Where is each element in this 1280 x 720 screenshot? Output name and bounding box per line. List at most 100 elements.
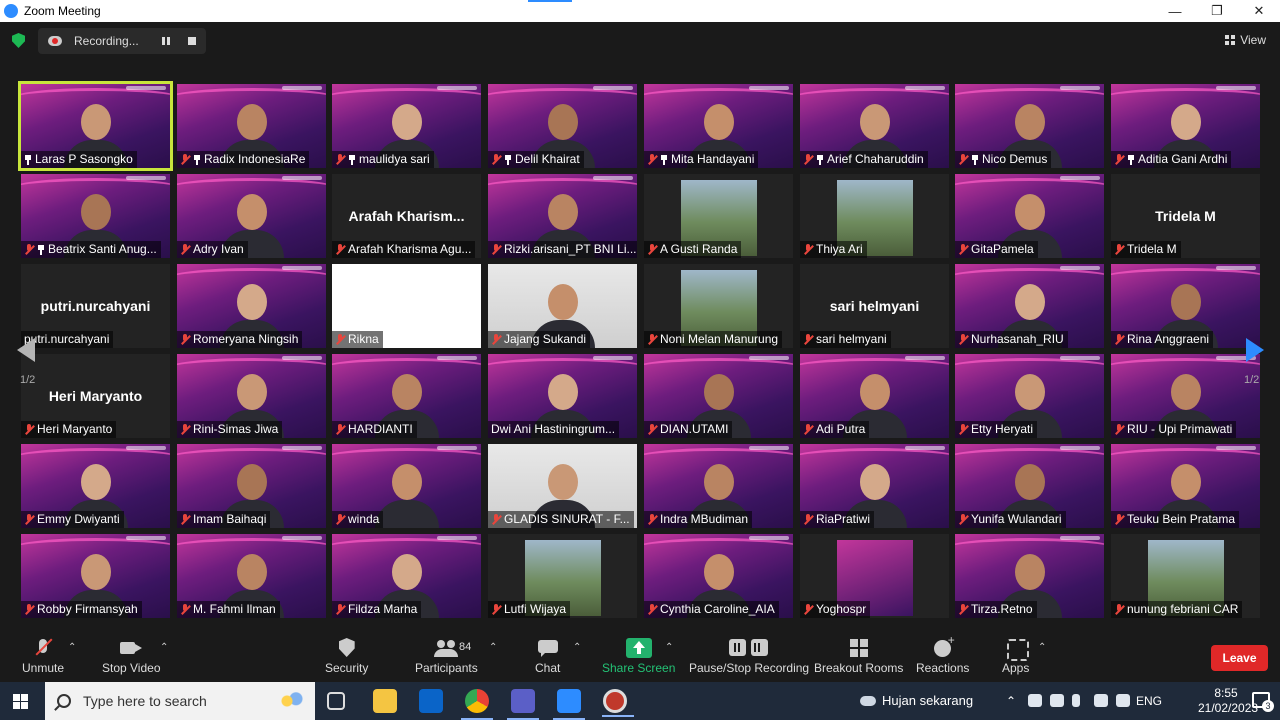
pause-recording-icon[interactable] [162, 37, 170, 45]
participant-tile[interactable]: Nurhasanah_RIU [955, 264, 1104, 348]
microphone-icon[interactable] [1072, 694, 1080, 707]
stop-video-button[interactable]: Stop Video [102, 638, 161, 675]
participant-tile[interactable]: Nico Demus [955, 84, 1104, 168]
participant-tile[interactable]: Radix IndonesiaRe [177, 84, 326, 168]
participant-tile[interactable]: Rizki.arisani_PT BNI Li... [488, 174, 637, 258]
previous-page-arrow-icon[interactable] [17, 338, 37, 362]
participant-name-label: Beatrix Santi Anug... [21, 241, 161, 258]
share-screen-label: Share Screen [602, 661, 676, 675]
participant-tile[interactable]: RIU - Upi Primawati [1111, 354, 1260, 438]
participant-tile[interactable]: Beatrix Santi Anug... [21, 174, 170, 258]
close-button[interactable]: ✕ [1238, 0, 1280, 22]
participant-tile[interactable]: Adry Ivan [177, 174, 326, 258]
security-button[interactable]: Security [325, 638, 368, 675]
participant-tile[interactable]: HARDIANTI [332, 354, 481, 438]
minimize-button[interactable]: — [1154, 0, 1196, 22]
participant-tile[interactable]: Thiya Ari [800, 174, 949, 258]
participant-tile[interactable]: Fildza Marha [332, 534, 481, 618]
outlook-icon[interactable] [419, 689, 443, 713]
participant-tile[interactable]: Mita Handayani [644, 84, 793, 168]
clock[interactable]: 8:55 21/02/2023 [1198, 686, 1258, 716]
participant-tile[interactable]: Aditia Gani Ardhi [1111, 84, 1260, 168]
chat-button[interactable]: Chat [535, 638, 560, 675]
pause-stop-recording-button[interactable]: Pause/Stop Recording [689, 638, 809, 675]
muted-mic-icon [803, 514, 813, 525]
chrome-icon[interactable] [461, 689, 493, 720]
participant-tile[interactable]: Yoghospr [800, 534, 949, 618]
participant-tile[interactable]: Robby Firmansyah [21, 534, 170, 618]
participant-tile[interactable]: maulidya sari [332, 84, 481, 168]
participant-tile[interactable]: Tridela M Tridela M [1111, 174, 1260, 258]
teams-icon[interactable] [507, 689, 539, 720]
share-options-chevron-icon[interactable]: ⌃ [665, 642, 673, 653]
participant-tile[interactable]: A Gusti Randa [644, 174, 793, 258]
participant-tile[interactable]: RiaPratiwi [800, 444, 949, 528]
participant-tile[interactable]: Emmy Dwiyanti [21, 444, 170, 528]
video-options-chevron-icon[interactable]: ⌃ [160, 642, 168, 653]
participant-tile[interactable]: GitaPamela [955, 174, 1104, 258]
participant-tile[interactable]: Rini-Simas Jiwa [177, 354, 326, 438]
windows-start-icon[interactable] [13, 694, 28, 709]
participant-tile[interactable]: Rina Anggraeni [1111, 264, 1260, 348]
weather-widget[interactable]: Hujan sekarang [860, 693, 973, 708]
next-page-arrow-icon[interactable] [1246, 338, 1266, 362]
recorder-icon[interactable] [602, 689, 634, 717]
battery-icon[interactable] [1094, 694, 1108, 707]
participant-tile[interactable]: Dwi Ani Hastiningrum... [488, 354, 637, 438]
participant-tile[interactable]: Etty Heryati [955, 354, 1104, 438]
cloud-icon[interactable] [1050, 694, 1064, 707]
participant-tile[interactable]: M. Fahmi Ilman [177, 534, 326, 618]
participant-tile[interactable]: Jajang Sukandi [488, 264, 637, 348]
participant-tile[interactable]: Arafah Kharism... Arafah Kharisma Agu... [332, 174, 481, 258]
participant-tile[interactable]: Adi Putra [800, 354, 949, 438]
participant-tile[interactable]: Romeryana Ningsih [177, 264, 326, 348]
participant-tile[interactable]: Delil Khairat [488, 84, 637, 168]
file-explorer-icon[interactable] [373, 689, 397, 713]
participant-tile[interactable]: DIAN.UTAMI [644, 354, 793, 438]
participant-tile[interactable]: nunung febriani CAR [1111, 534, 1260, 618]
view-button[interactable]: View [1225, 33, 1266, 47]
reactions-button[interactable]: Reactions [916, 633, 969, 675]
stop-recording-icon[interactable] [188, 37, 196, 45]
participant-tile[interactable]: Yunifa Wulandari [955, 444, 1104, 528]
apps-options-chevron-icon[interactable]: ⌃ [1038, 642, 1046, 653]
audio-options-chevron-icon[interactable]: ⌃ [68, 642, 76, 653]
participant-tile[interactable]: Lutfi Wijaya [488, 534, 637, 618]
muted-mic-icon [180, 334, 190, 345]
zoom-taskbar-icon[interactable] [553, 689, 585, 720]
onedrive-icon[interactable] [1028, 694, 1042, 707]
participant-tile[interactable]: GLADIS SINURAT - F... [488, 444, 637, 528]
participant-tile[interactable]: Imam Baihaqi [177, 444, 326, 528]
task-view-icon[interactable] [327, 692, 345, 710]
volume-icon[interactable] [1116, 694, 1130, 707]
leave-button[interactable]: Leave [1211, 645, 1268, 671]
unmute-button[interactable]: Unmute [22, 638, 64, 675]
chat-options-chevron-icon[interactable]: ⌃ [573, 642, 581, 653]
participant-tile[interactable]: Arief Chaharuddin [800, 84, 949, 168]
participant-display-name: Heri Maryanto [48, 388, 143, 404]
pin-icon [971, 154, 979, 165]
participant-tile[interactable]: Cynthia Caroline_AIA [644, 534, 793, 618]
participant-name: Radix IndonesiaRe [204, 152, 306, 166]
show-hidden-icons-chevron-icon[interactable]: ⌃ [1006, 694, 1020, 708]
participant-tile[interactable]: Noni Melan Manurung [644, 264, 793, 348]
participant-tile[interactable]: putri.nurcahyani putri.nurcahyani [21, 264, 170, 348]
breakout-rooms-button[interactable]: Breakout Rooms [814, 638, 903, 675]
taskbar-search-box[interactable]: Type here to search [45, 682, 315, 720]
participant-tile[interactable]: sari helmyani sari helmyani [800, 264, 949, 348]
apps-button[interactable]: Apps [1002, 638, 1029, 675]
participant-tile[interactable]: Teuku Bein Pratama [1111, 444, 1260, 528]
participant-tile[interactable]: Tirza.Retno [955, 534, 1104, 618]
notification-center-icon[interactable]: 3 [1252, 692, 1274, 712]
participant-name-label: Yoghospr [800, 601, 871, 618]
participants-options-chevron-icon[interactable]: ⌃ [489, 642, 497, 653]
participant-name: M. Fahmi Ilman [193, 602, 276, 616]
participant-tile[interactable]: winda [332, 444, 481, 528]
participant-tile[interactable]: Laras P Sasongko [18, 81, 173, 171]
security-shield-icon[interactable] [12, 33, 25, 48]
participant-tile[interactable]: Heri Maryanto Heri Maryanto [21, 354, 170, 438]
restore-button[interactable]: ❐ [1196, 0, 1238, 22]
language-indicator[interactable]: ENG [1136, 694, 1162, 708]
participant-tile[interactable]: Indra MBudiman [644, 444, 793, 528]
participant-tile[interactable]: Rikna [332, 264, 481, 348]
